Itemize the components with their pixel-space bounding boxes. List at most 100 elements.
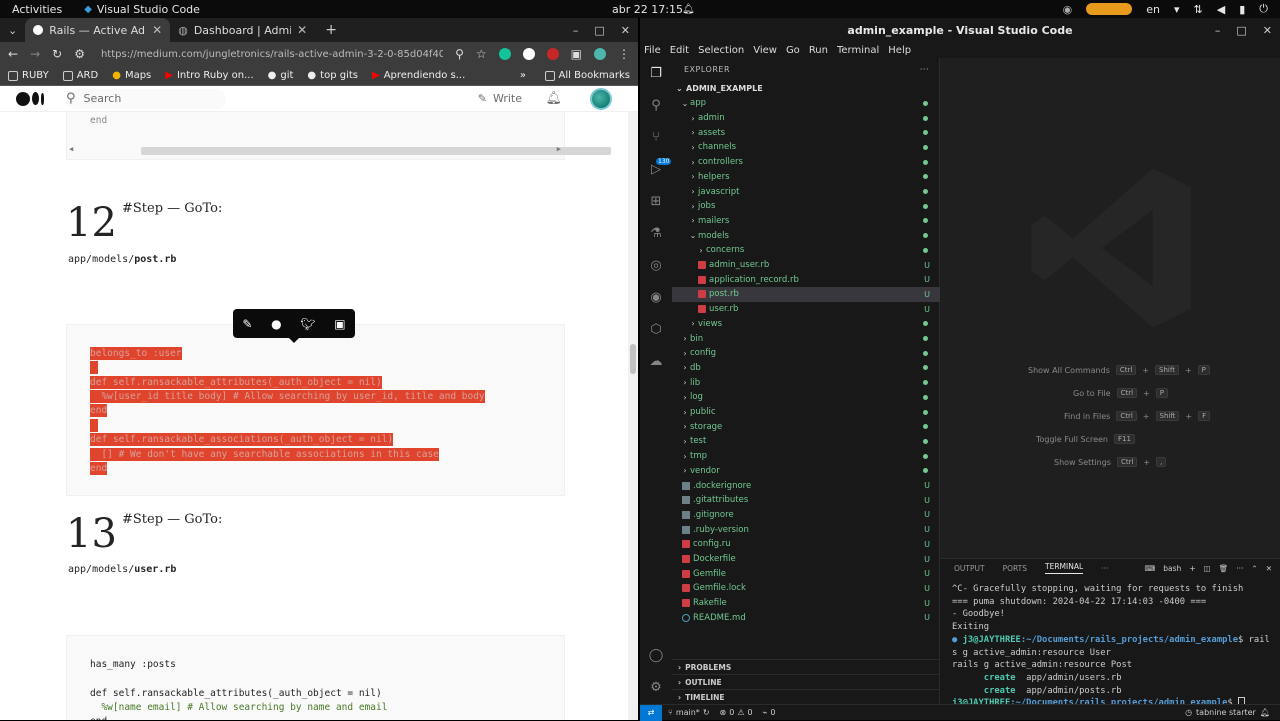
battery-icon[interactable]: ▮ xyxy=(1239,3,1245,16)
kill-terminal-icon[interactable]: 🗑︎ xyxy=(1219,564,1229,573)
tree-item[interactable]: › bin xyxy=(672,331,940,346)
tree-item[interactable]: .dockerignore U xyxy=(672,478,940,493)
tree-item[interactable]: ⌄ models xyxy=(672,228,940,243)
tree-item[interactable]: › helpers xyxy=(672,170,940,185)
remote-explorer-icon[interactable]: ◉ xyxy=(648,290,664,306)
bookmark-star-icon[interactable]: ☆ xyxy=(476,47,487,61)
chrome-tray-icon[interactable]: ◉ xyxy=(1063,3,1073,16)
close-tab-icon[interactable]: ✕ xyxy=(297,23,307,37)
tree-item[interactable]: user.rb U xyxy=(672,302,940,317)
tree-item[interactable]: .ruby-version U xyxy=(672,522,940,537)
tree-item[interactable]: Gemfile U xyxy=(672,566,940,581)
code-scrollbar[interactable] xyxy=(141,147,611,155)
split-terminal-icon[interactable]: ◫ xyxy=(1204,564,1211,573)
search-icon[interactable]: ⚲ xyxy=(648,98,664,114)
tree-item[interactable]: › lib xyxy=(672,375,940,390)
scroll-left-icon[interactable]: ◀ xyxy=(69,145,73,153)
terminal-output[interactable]: ^C- Gracefully stopping, waiting for req… xyxy=(940,577,1280,710)
shell-name[interactable]: bash xyxy=(1163,564,1181,573)
scroll-thumb[interactable] xyxy=(630,344,636,374)
tree-item[interactable]: › channels xyxy=(672,140,940,155)
site-info-icon[interactable]: ⚙ xyxy=(74,47,85,61)
tree-item[interactable]: › test xyxy=(672,434,940,449)
activities-button[interactable]: Activities xyxy=(12,3,62,16)
minimize-icon[interactable]: – xyxy=(1215,24,1221,37)
back-icon[interactable]: ← xyxy=(8,47,18,61)
extension-plus-icon[interactable] xyxy=(522,48,535,60)
tree-item[interactable]: Rakefile U xyxy=(672,596,940,611)
all-bookmarks-button[interactable]: All Bookmarks xyxy=(544,70,630,81)
system-clock[interactable]: abr 22 17:15 xyxy=(612,3,683,16)
section-timeline[interactable]: › TIMELINE xyxy=(672,689,940,704)
search-input[interactable]: Search xyxy=(84,92,122,105)
tab-ports[interactable]: PORTS xyxy=(1003,564,1027,573)
menu-selection[interactable]: Selection xyxy=(698,45,744,56)
zoom-icon[interactable]: ⚲ xyxy=(455,47,464,61)
private-note-icon[interactable]: ▣ xyxy=(334,317,345,331)
ports-status[interactable]: ⌁ 0 xyxy=(763,708,776,717)
tree-item[interactable]: › db xyxy=(672,361,940,376)
browser-tab-dashboard[interactable]: ◍ Dashboard | Admin Exa... ✕ xyxy=(170,18,315,42)
page-scrollbar[interactable] xyxy=(628,112,638,720)
highlight-pen-icon[interactable]: ✎ xyxy=(242,317,252,331)
menu-go[interactable]: Go xyxy=(786,45,800,56)
source-control-icon[interactable]: ⑂ xyxy=(648,130,664,146)
reload-icon[interactable]: ↻ xyxy=(52,47,62,61)
menu-terminal[interactable]: Terminal xyxy=(837,45,879,56)
bookmark-intro-ruby[interactable]: ▶ Intro Ruby on... xyxy=(165,70,253,81)
extensions-icon[interactable]: ⊞ xyxy=(648,194,664,210)
new-tab-icon[interactable]: + xyxy=(325,22,337,38)
minimize-icon[interactable]: – xyxy=(573,24,579,37)
network-icon[interactable]: ⇅ xyxy=(1194,3,1203,16)
git-graph-icon[interactable]: ◎ xyxy=(648,258,664,274)
twitter-icon[interactable]: 🐦︎ xyxy=(300,317,315,331)
close-window-icon[interactable]: ✕ xyxy=(1263,24,1272,37)
extension-red-icon[interactable] xyxy=(546,48,559,60)
tree-item[interactable]: › storage xyxy=(672,419,940,434)
panel-more-icon[interactable]: ··· xyxy=(1101,564,1108,573)
scroll-right-icon[interactable]: ▶ xyxy=(557,145,561,153)
tree-item[interactable]: › config xyxy=(672,346,940,361)
bell-icon[interactable]: 🔔︎ xyxy=(682,4,695,15)
tree-item[interactable]: post.rb U xyxy=(672,287,940,302)
profile-avatar-icon[interactable] xyxy=(594,48,606,60)
menu-run[interactable]: Run xyxy=(809,45,828,56)
tree-item[interactable]: › public xyxy=(672,405,940,420)
write-button[interactable]: ✎ Write xyxy=(478,92,522,105)
user-avatar[interactable] xyxy=(590,87,612,110)
branch-status[interactable]: ⑂ main* ↻ xyxy=(668,708,710,717)
code-block-user-rb[interactable]: has_many :posts def self.ransackable_att… xyxy=(66,635,565,720)
problems-status[interactable]: ⊗ 0 ⚠ 0 xyxy=(720,708,753,717)
tree-item[interactable]: ⌄ app xyxy=(672,96,940,111)
close-panel-icon[interactable]: ✕ xyxy=(1266,564,1272,573)
tree-item[interactable]: › assets xyxy=(672,125,940,140)
tree-item[interactable]: .gitattributes U xyxy=(672,493,940,508)
notifications-icon[interactable]: 🔔︎ xyxy=(545,91,562,106)
tab-output[interactable]: OUTPUT xyxy=(954,564,985,573)
tree-item[interactable]: › mailers xyxy=(672,214,940,229)
power-icon[interactable]: ⏻ xyxy=(1259,2,1268,16)
menu-file[interactable]: File xyxy=(644,45,661,56)
browser-menu-icon[interactable]: ⋮ xyxy=(618,47,630,61)
maximize-panel-icon[interactable]: ⌃ xyxy=(1251,564,1257,573)
tree-item[interactable]: admin_user.rb U xyxy=(672,258,940,273)
run-debug-icon[interactable]: ▷ xyxy=(648,162,664,178)
tree-item[interactable]: › admin xyxy=(672,111,940,126)
section-outline[interactable]: › OUTLINE xyxy=(672,674,940,689)
tab-list-chevron-icon[interactable]: ⌄ xyxy=(8,24,17,37)
bookmark-aprendiendo[interactable]: ▶ Aprendiendo s... xyxy=(372,70,465,81)
bell-icon[interactable]: 🔔︎ xyxy=(1260,708,1270,717)
remote-indicator-icon[interactable]: ⇄ xyxy=(640,704,662,721)
manage-gear-icon[interactable]: ⚙ xyxy=(648,680,664,696)
bookmark-top-gits[interactable]: ● top gits xyxy=(307,70,358,81)
comment-icon[interactable]: ● xyxy=(271,317,281,331)
new-terminal-icon[interactable]: + xyxy=(1189,564,1195,573)
more-actions-icon[interactable]: ··· xyxy=(1236,564,1243,573)
tree-item[interactable]: .gitignore U xyxy=(672,508,940,523)
menu-view[interactable]: View xyxy=(753,45,777,56)
code-block-post-rb[interactable]: belongs_to :user def self.ransackable_at… xyxy=(66,324,565,496)
tree-item[interactable]: › concerns xyxy=(672,243,940,258)
menu-edit[interactable]: Edit xyxy=(670,45,689,56)
bookmarks-overflow-button[interactable]: » xyxy=(520,70,526,81)
tree-item[interactable]: README.md U xyxy=(672,611,940,626)
